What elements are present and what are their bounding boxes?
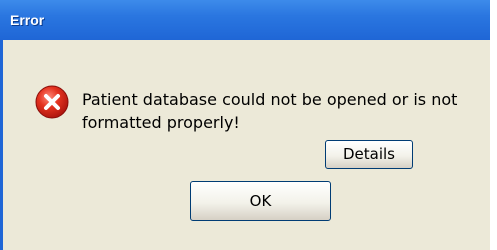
error-icon [35, 85, 69, 119]
error-message: Patient database could not be opened or … [82, 90, 458, 132]
title-bar[interactable]: Error [0, 0, 490, 40]
window-title: Error [10, 12, 45, 28]
details-button[interactable]: Details [325, 140, 413, 169]
ok-button[interactable]: OK [190, 181, 331, 221]
